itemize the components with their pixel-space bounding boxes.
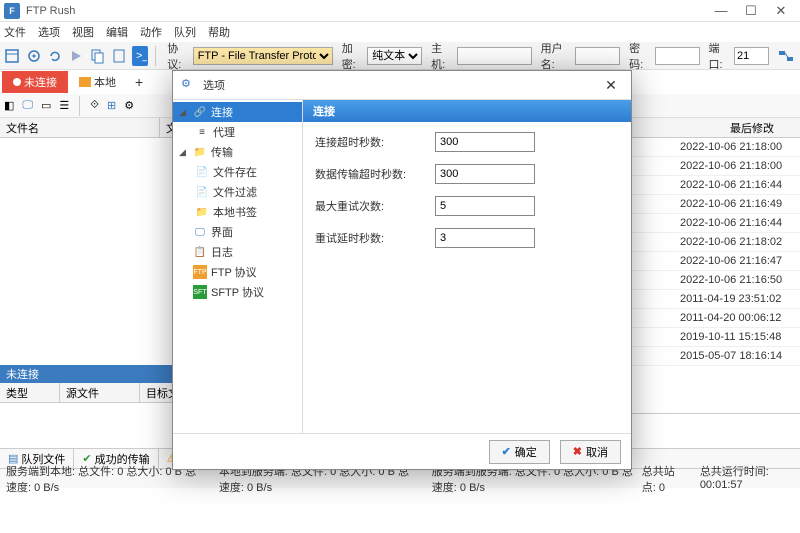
bookmark-icon: 📁 [195,205,209,219]
tree-icon[interactable]: ⊞ [107,99,116,112]
tree-proxy[interactable]: ≡代理 [173,122,302,142]
status-sites: 总共站点: 0 [642,463,688,495]
monitor-icon[interactable]: 🖵 [22,99,33,112]
app-icon: F [4,3,20,19]
copy-icon[interactable] [89,46,105,66]
add-tab-button[interactable]: + [127,74,151,90]
menu-edit[interactable]: 编辑 [106,24,128,40]
user-label: 用户名: [541,40,570,72]
options-tree[interactable]: ◢🔗连接 ≡代理 ◢📁传输 📄文件存在 📄文件过滤 📁本地书签 🖵界面 📋日志 … [173,100,303,433]
host-input[interactable] [457,47,532,65]
menu-help[interactable]: 帮助 [208,24,230,40]
folder-icon: 📁 [193,145,207,159]
site-manager-icon[interactable] [4,46,20,66]
window-title: FTP Rush [26,5,706,17]
menubar: 文件 选项 视图 编辑 动作 队列 帮助 [0,22,800,42]
col-filename[interactable]: 文件名 [0,118,160,137]
dialog-close-button[interactable]: ✕ [599,73,623,97]
retry-delay-label: 重试延时秒数: [315,230,435,246]
conn-timeout-input[interactable] [435,132,535,152]
col-source[interactable]: 源文件 [60,383,140,402]
main-toolbar: >_ 协议: FTP - File Transfer Protocc 加密: 纯… [0,42,800,70]
tree-transfer[interactable]: ◢📁传输 [173,142,302,162]
data-timeout-label: 数据传输超时秒数: [315,166,435,182]
minimize-button[interactable]: — [706,1,736,21]
user-input[interactable] [575,47,620,65]
tools-icon[interactable]: ⚙ [124,99,134,112]
menu-options[interactable]: 选项 [38,24,60,40]
port-input[interactable] [734,47,769,65]
file-icon: 📄 [195,165,209,179]
panel-heading: 连接 [303,100,631,122]
ftp-icon: FTP [193,265,207,279]
proxy-icon: ≡ [195,125,209,139]
tree-bookmarks[interactable]: 📁本地书签 [173,202,302,222]
ok-button[interactable]: ✔确定 [489,440,550,464]
action-icon[interactable]: ⟐ [90,99,99,112]
dialog-titlebar: ⚙ 选项 ✕ [173,71,631,99]
cancel-button[interactable]: ✖取消 [560,440,621,464]
paste-icon[interactable] [111,46,127,66]
nav-icon[interactable]: ◧ [4,99,14,112]
tree-connection[interactable]: ◢🔗连接 [173,102,302,122]
max-retry-input[interactable] [435,196,535,216]
titlebar: F FTP Rush — ☐ ✕ [0,0,800,22]
check-icon: ✔ [502,445,511,458]
col-type[interactable]: 类型 [0,383,60,402]
host-label: 主机: [431,40,451,72]
encrypt-label: 加密: [342,40,362,72]
connect-icon[interactable] [778,46,796,66]
status-runtime: 总共运行时间: 00:01:57 [700,463,794,495]
tree-log[interactable]: 📋日志 [173,242,302,262]
pass-input[interactable] [655,47,700,65]
list-icon[interactable]: ☰ [59,99,69,112]
log-icon: 📋 [193,245,207,259]
menu-file[interactable]: 文件 [4,24,26,40]
max-retry-label: 最大重试次数: [315,198,435,214]
terminal-icon[interactable]: >_ [132,46,148,66]
encrypt-select[interactable]: 纯文本 [367,47,422,65]
menu-view[interactable]: 视图 [72,24,94,40]
tab-local[interactable]: 本地 [68,71,127,93]
options-dialog: ⚙ 选项 ✕ ◢🔗连接 ≡代理 ◢📁传输 📄文件存在 📄文件过滤 📁本地书签 🖵… [172,70,632,470]
play-icon[interactable] [68,46,84,66]
gear-icon: ⚙ [181,77,197,93]
maximize-button[interactable]: ☐ [736,1,766,21]
dialog-buttons: ✔确定 ✖取消 [173,433,631,469]
protocol-label: 协议: [167,40,187,72]
tree-file-exists[interactable]: 📄文件存在 [173,162,302,182]
svg-text:>_: >_ [136,50,147,62]
status-bar: 服务端到本地: 总文件: 0 总大小: 0 B 总速度: 0 B/s 本地到服务… [0,468,800,488]
tree-file-filter[interactable]: 📄文件过滤 [173,182,302,202]
sftp-icon: SFT [193,285,207,299]
close-button[interactable]: ✕ [766,1,796,21]
pass-label: 密码: [629,40,649,72]
tree-ui[interactable]: 🖵界面 [173,222,302,242]
display-icon: 🖵 [193,225,207,239]
tab-disconnected[interactable]: 未连接 [2,71,68,93]
filter-icon: 📄 [195,185,209,199]
menu-action[interactable]: 动作 [140,24,162,40]
options-panel: 连接 连接超时秒数: 数据传输超时秒数: 最大重试次数: 重试延时秒数: [303,100,631,433]
settings-icon[interactable] [25,46,41,66]
data-timeout-input[interactable] [435,164,535,184]
port-label: 端口: [709,40,729,72]
dialog-title-text: 选项 [203,77,599,93]
folder-icon[interactable]: ▭ [41,99,51,112]
protocol-select[interactable]: FTP - File Transfer Protocc [193,47,333,65]
cross-icon: ✖ [573,445,582,458]
tree-sftp[interactable]: SFTSFTP 协议 [173,282,302,302]
tree-ftp[interactable]: FTPFTP 协议 [173,262,302,282]
menu-queue[interactable]: 队列 [174,24,196,40]
link-icon: 🔗 [193,105,207,119]
col-modified[interactable]: 最后修改 [724,118,780,137]
retry-delay-input[interactable] [435,228,535,248]
refresh-icon[interactable] [47,46,63,66]
conn-timeout-label: 连接超时秒数: [315,134,435,150]
